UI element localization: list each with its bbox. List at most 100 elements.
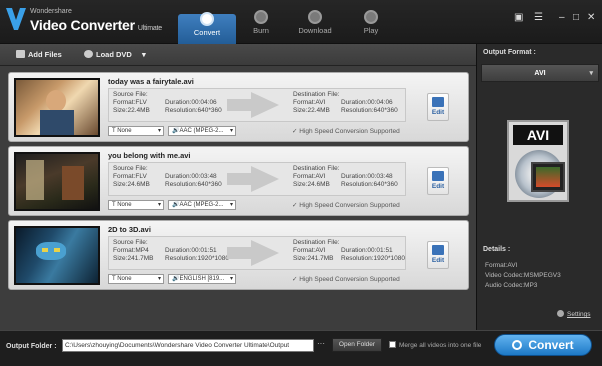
video-thumbnail[interactable] bbox=[14, 78, 100, 137]
tab-play-label: Play bbox=[363, 26, 379, 35]
audio-select[interactable]: 🔊AAC (MPEG-2... ▾ bbox=[168, 126, 236, 136]
convert-icon bbox=[200, 12, 214, 26]
tab-play[interactable]: Play bbox=[342, 8, 400, 42]
browse-button[interactable]: ··· bbox=[317, 339, 325, 348]
source-label: Source File: bbox=[113, 165, 148, 172]
close-button[interactable]: ✕ bbox=[587, 12, 595, 23]
detail-format: Format:AVI bbox=[485, 262, 518, 269]
dest-label: Destination File: bbox=[293, 165, 340, 172]
dest-duration: Duration:00:03:48 bbox=[341, 173, 393, 180]
play-icon bbox=[364, 10, 378, 24]
file-title: today was a fairytale.avi bbox=[108, 77, 194, 86]
format-badge: AVI bbox=[513, 125, 563, 145]
subtitle-select[interactable]: T None ▾ bbox=[108, 126, 164, 136]
checkbox-icon[interactable] bbox=[389, 341, 396, 348]
source-size: Size:22.4MB bbox=[113, 107, 150, 114]
subtitle-select[interactable]: T None ▾ bbox=[108, 274, 164, 284]
detail-audio-codec: Audio Codec:MP3 bbox=[485, 282, 538, 289]
file-info: Source File: Format:MP4 Duration:00:01:5… bbox=[108, 236, 406, 270]
edit-label: Edit bbox=[431, 257, 445, 264]
edit-button[interactable]: Edit bbox=[427, 167, 449, 195]
output-format-value: AVI bbox=[534, 70, 546, 77]
merge-label: Merge all videos into one file bbox=[399, 342, 482, 349]
edit-icon bbox=[432, 97, 444, 107]
chevron-down-icon[interactable]: ▾ bbox=[142, 50, 146, 59]
tab-convert[interactable]: Convert bbox=[178, 12, 236, 44]
output-folder-field[interactable]: C:\Users\zhouying\Documents\Wondershare … bbox=[62, 339, 314, 352]
brand-company: Wondershare bbox=[30, 8, 72, 15]
gear-icon bbox=[557, 310, 564, 317]
chevron-down-icon: ▾ bbox=[157, 202, 161, 208]
chevron-down-icon: ▾ bbox=[229, 276, 233, 282]
dest-resolution: Resolution:1920*1080 bbox=[341, 255, 405, 262]
audio-select[interactable]: 🔊AAC (MPEG-2... ▾ bbox=[168, 200, 236, 210]
app-title: Video Converter Ultimate bbox=[30, 17, 162, 33]
file-title: you belong with me.avi bbox=[108, 151, 191, 160]
audio-select[interactable]: 🔊ENGLISH [819... ▾ bbox=[168, 274, 236, 284]
edit-icon bbox=[432, 245, 444, 255]
menu-icon[interactable]: ☰ bbox=[534, 12, 543, 23]
file-item[interactable]: you belong with me.avi Source File: Form… bbox=[8, 146, 469, 216]
output-folder-label: Output Folder : bbox=[6, 343, 57, 350]
audio-value: 🔊ENGLISH [819... bbox=[172, 276, 225, 282]
subtitle-select[interactable]: T None ▾ bbox=[108, 200, 164, 210]
maximize-button[interactable]: □ bbox=[573, 12, 579, 23]
tab-download-label: Download bbox=[298, 26, 332, 35]
chat-icon[interactable]: ▣ bbox=[514, 12, 523, 23]
arrow-head bbox=[251, 92, 279, 118]
dest-size: Size:22.4MB bbox=[293, 107, 330, 114]
convert-icon bbox=[512, 340, 523, 350]
edit-label: Edit bbox=[431, 183, 445, 190]
dest-label: Destination File: bbox=[293, 239, 340, 246]
file-item[interactable]: 2D to 3D.avi Source File: Format:MP4 Dur… bbox=[8, 220, 469, 290]
subtitle-value: T None bbox=[112, 202, 132, 208]
convert-button[interactable]: Convert bbox=[494, 334, 592, 356]
video-thumbnail[interactable] bbox=[14, 226, 100, 285]
source-resolution: Resolution:640*360 bbox=[165, 107, 222, 114]
source-size: Size:24.6MB bbox=[113, 181, 150, 188]
high-speed-status: ✓ High Speed Conversion Supported bbox=[292, 202, 400, 209]
source-label: Source File: bbox=[113, 239, 148, 246]
load-dvd-button[interactable]: Load DVD ▾ bbox=[78, 48, 152, 62]
dvd-icon bbox=[84, 50, 93, 58]
dest-duration: Duration:00:04:06 bbox=[341, 99, 393, 106]
arrow-right-icon bbox=[227, 99, 253, 111]
edit-button[interactable]: Edit bbox=[427, 93, 449, 121]
dest-resolution: Resolution:640*360 bbox=[341, 181, 398, 188]
download-icon bbox=[308, 10, 322, 24]
file-title: 2D to 3D.avi bbox=[108, 225, 151, 234]
output-format-select[interactable]: AVI ▾ bbox=[481, 64, 599, 82]
load-dvd-label: Load DVD bbox=[96, 50, 132, 59]
audio-value: 🔊AAC (MPEG-2... bbox=[172, 202, 224, 208]
merge-checkbox[interactable]: Merge all videos into one file bbox=[389, 341, 481, 349]
title-bar: Wondershare Video Converter Ultimate Conv… bbox=[0, 0, 602, 44]
convert-label: Convert bbox=[528, 338, 574, 352]
app-window: Wondershare Video Converter Ultimate Conv… bbox=[0, 0, 602, 366]
settings-link[interactable]: Settings bbox=[557, 310, 591, 318]
source-format: Format:MP4 bbox=[113, 247, 149, 254]
file-info: Source File: Format:FLV Duration:00:03:4… bbox=[108, 162, 406, 196]
film-icon bbox=[531, 162, 565, 192]
minimize-button[interactable]: – bbox=[559, 12, 565, 23]
dest-size: Size:24.6MB bbox=[293, 181, 330, 188]
source-duration: Duration:00:03:48 bbox=[165, 173, 217, 180]
source-duration: Duration:00:04:06 bbox=[165, 99, 217, 106]
dest-label: Destination File: bbox=[293, 91, 340, 98]
settings-label: Settings bbox=[567, 311, 591, 318]
tab-burn-label: Burn bbox=[253, 26, 269, 35]
tab-download[interactable]: Download bbox=[286, 8, 344, 42]
high-speed-status: ✓ High Speed Conversion Supported bbox=[292, 128, 400, 135]
video-thumbnail[interactable] bbox=[14, 152, 100, 211]
format-preview[interactable]: AVI bbox=[507, 120, 569, 202]
audio-value: 🔊AAC (MPEG-2... bbox=[172, 128, 224, 134]
file-item[interactable]: today was a fairytale.avi Source File: F… bbox=[8, 72, 469, 142]
source-resolution: Resolution:1920*1080 bbox=[165, 255, 229, 262]
dest-size: Size:241.7MB bbox=[293, 255, 334, 262]
tab-burn[interactable]: Burn bbox=[232, 8, 290, 42]
arrow-head bbox=[251, 166, 279, 192]
edit-button[interactable]: Edit bbox=[427, 241, 449, 269]
edit-icon bbox=[432, 171, 444, 181]
open-folder-button[interactable]: Open Folder bbox=[332, 338, 382, 352]
chevron-down-icon: ▾ bbox=[589, 70, 593, 77]
add-files-button[interactable]: Add Files bbox=[10, 48, 68, 62]
